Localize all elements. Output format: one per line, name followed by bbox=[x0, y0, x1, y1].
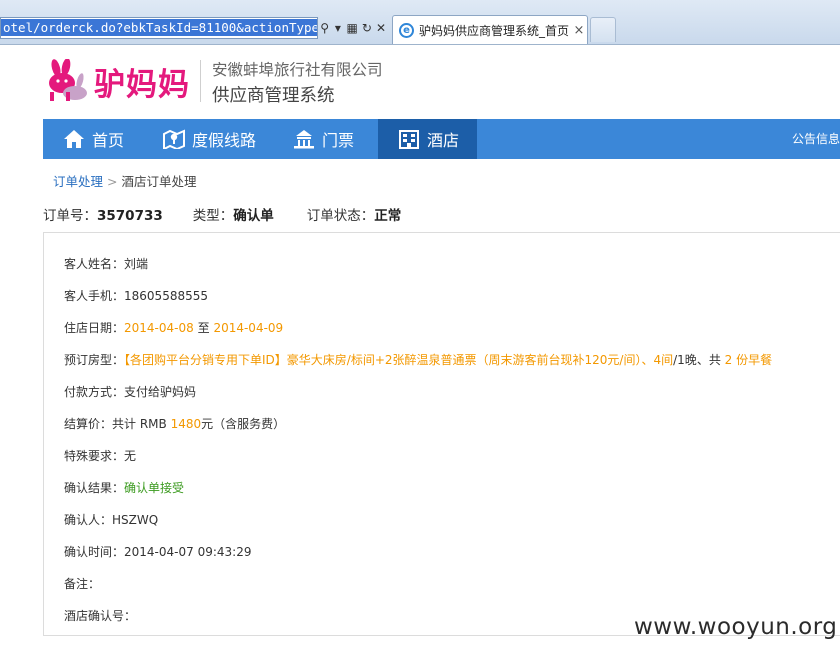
hotel-icon bbox=[399, 130, 419, 149]
dropdown-arrow-icon[interactable]: ▾ bbox=[333, 21, 342, 35]
detail-confirm-result: 确认结果：确认单接受 bbox=[64, 479, 184, 496]
ie-icon: e bbox=[399, 22, 414, 38]
tab-close-icon[interactable]: × bbox=[571, 23, 587, 38]
date-to: 至 bbox=[197, 321, 210, 335]
address-tools: ⚲ ▾ ▦ ↻ ✕ bbox=[320, 18, 386, 38]
nav-item-vacation[interactable]: 度假线路 bbox=[143, 119, 273, 159]
order-number-value: 3570733 bbox=[97, 208, 163, 224]
detail-label: 预订房型： bbox=[64, 353, 125, 367]
detail-label: 酒店确认号： bbox=[64, 609, 137, 623]
detail-confirmer: 确认人：HSZWQ bbox=[64, 511, 158, 528]
checkout-date: 2014-04-09 bbox=[213, 321, 284, 335]
new-tab-button[interactable] bbox=[590, 17, 616, 42]
room-nights: /1晚 bbox=[673, 353, 697, 367]
detail-label: 特殊要求： bbox=[64, 449, 125, 463]
order-status: 订单状态：正常 bbox=[307, 204, 402, 224]
detail-hotel-confirm-number: 酒店确认号： bbox=[64, 607, 136, 624]
map-route-icon bbox=[163, 129, 185, 149]
detail-label: 客人姓名： bbox=[64, 257, 125, 271]
detail-value: 无 bbox=[124, 449, 137, 463]
detail-price: 结算价：共计 RMB 1480元（含服务费） bbox=[64, 415, 285, 432]
order-number-label: 订单号： bbox=[43, 208, 97, 224]
watermark: www.wooyun.org bbox=[634, 614, 838, 640]
nav-item-hotel[interactable]: 酒店 bbox=[378, 119, 477, 159]
announcement-link[interactable]: 公告信息 bbox=[792, 119, 840, 159]
detail-value: 18605588555 bbox=[124, 289, 208, 303]
order-number: 订单号：3570733 bbox=[43, 204, 163, 224]
checkin-date: 2014-04-08 bbox=[124, 321, 194, 335]
breadcrumb-order-processing[interactable]: 订单处理 bbox=[53, 174, 103, 189]
order-type-label: 类型： bbox=[192, 208, 234, 224]
logo[interactable]: 驴妈妈 bbox=[44, 58, 194, 104]
room-count: 4间 bbox=[653, 353, 674, 367]
browser-chrome: otel/orderck.do?ebkTaskId=81100&actionTy… bbox=[0, 0, 840, 45]
confirm-result-value: 确认单接受 bbox=[124, 481, 185, 495]
nav-item-tickets[interactable]: 门票 bbox=[273, 119, 378, 159]
system-name: 供应商管理系统 bbox=[212, 86, 335, 106]
detail-label: 确认人： bbox=[64, 513, 113, 527]
nav-label: 度假线路 bbox=[192, 131, 257, 150]
nav-item-home[interactable]: 首页 bbox=[43, 119, 143, 159]
detail-label: 备注： bbox=[64, 577, 101, 591]
detail-guest-phone: 客人手机：18605588555 bbox=[64, 287, 208, 304]
header-divider bbox=[200, 60, 201, 102]
search-icon[interactable]: ⚲ bbox=[320, 21, 329, 35]
company-name: 安徽蚌埠旅行社有限公司 bbox=[212, 61, 383, 79]
detail-label: 住店日期： bbox=[64, 321, 125, 335]
temple-icon bbox=[294, 130, 314, 149]
detail-value: 2014-04-07 09:43:29 bbox=[124, 545, 252, 559]
price-prefix: 共计 RMB bbox=[112, 417, 167, 431]
home-icon bbox=[64, 130, 84, 148]
main-nav: 首页 度假线路 门票 酒店 公告信息 bbox=[43, 119, 840, 159]
price-value: 1480 bbox=[170, 417, 202, 431]
order-status-label: 订单状态： bbox=[306, 208, 375, 224]
detail-confirm-time: 确认时间：2014-04-07 09:43:29 bbox=[64, 543, 251, 560]
address-bar[interactable]: otel/orderck.do?ebkTaskId=81100&actionTy… bbox=[0, 17, 318, 39]
breadcrumb-separator: > bbox=[107, 174, 118, 189]
detail-value: 支付给驴妈妈 bbox=[124, 385, 197, 399]
nav-label: 首页 bbox=[92, 131, 125, 150]
detail-special-request: 特殊要求：无 bbox=[64, 447, 136, 464]
detail-label: 结算价： bbox=[64, 417, 113, 431]
donkey-logo-icon bbox=[49, 59, 87, 101]
breadcrumb: 订单处理 > 酒店订单处理 bbox=[53, 171, 197, 190]
room-name: 【各团购平台分销专用下单ID】豪华大床房/标间+2张醉温泉普通票（周末游客前台现… bbox=[124, 353, 654, 367]
order-details: 客人姓名：刘端 客人手机：18605588555 住店日期：2014-04-08… bbox=[43, 232, 840, 636]
detail-label: 确认时间： bbox=[64, 545, 125, 559]
detail-remark: 备注： bbox=[64, 575, 100, 592]
order-status-value: 正常 bbox=[374, 208, 402, 224]
browser-tab[interactable]: e 驴妈妈供应商管理系统_首页 × bbox=[392, 15, 588, 44]
order-type-value: 确认单 bbox=[233, 208, 274, 224]
breadcrumb-current: 酒店订单处理 bbox=[121, 174, 197, 189]
detail-payment: 付款方式：支付给驴妈妈 bbox=[64, 383, 196, 400]
nav-label: 门票 bbox=[322, 131, 355, 150]
nav-label: 酒店 bbox=[427, 131, 460, 150]
detail-label: 付款方式： bbox=[64, 385, 125, 399]
address-text: otel/orderck.do?ebkTaskId=81100&actionTy… bbox=[1, 19, 317, 36]
detail-value: HSZWQ bbox=[112, 513, 159, 527]
detail-label: 确认结果： bbox=[64, 481, 125, 495]
compat-view-icon[interactable]: ▦ bbox=[347, 21, 358, 35]
order-type: 类型：确认单 bbox=[193, 204, 274, 224]
detail-value: 刘端 bbox=[124, 257, 149, 271]
price-suffix: 元（含服务费） bbox=[201, 417, 286, 431]
tab-title: 驴妈妈供应商管理系统_首页 bbox=[419, 23, 570, 38]
detail-label: 客人手机： bbox=[64, 289, 125, 303]
logo-text: 驴妈妈 bbox=[94, 66, 190, 103]
detail-stay-dates: 住店日期：2014-04-08 至 2014-04-09 bbox=[64, 319, 283, 336]
room-mid: 、共 bbox=[696, 353, 721, 367]
refresh-icon[interactable]: ↻ bbox=[362, 21, 372, 35]
order-summary: 订单号：3570733 类型：确认单 订单状态：正常 bbox=[43, 204, 431, 224]
breakfast-count: 2 份早餐 bbox=[724, 353, 773, 367]
detail-guest-name: 客人姓名：刘端 bbox=[64, 255, 148, 272]
detail-room-type: 预订房型：【各团购平台分销专用下单ID】豪华大床房/标间+2张醉温泉普通票（周末… bbox=[64, 351, 772, 368]
stop-icon[interactable]: ✕ bbox=[376, 21, 386, 35]
